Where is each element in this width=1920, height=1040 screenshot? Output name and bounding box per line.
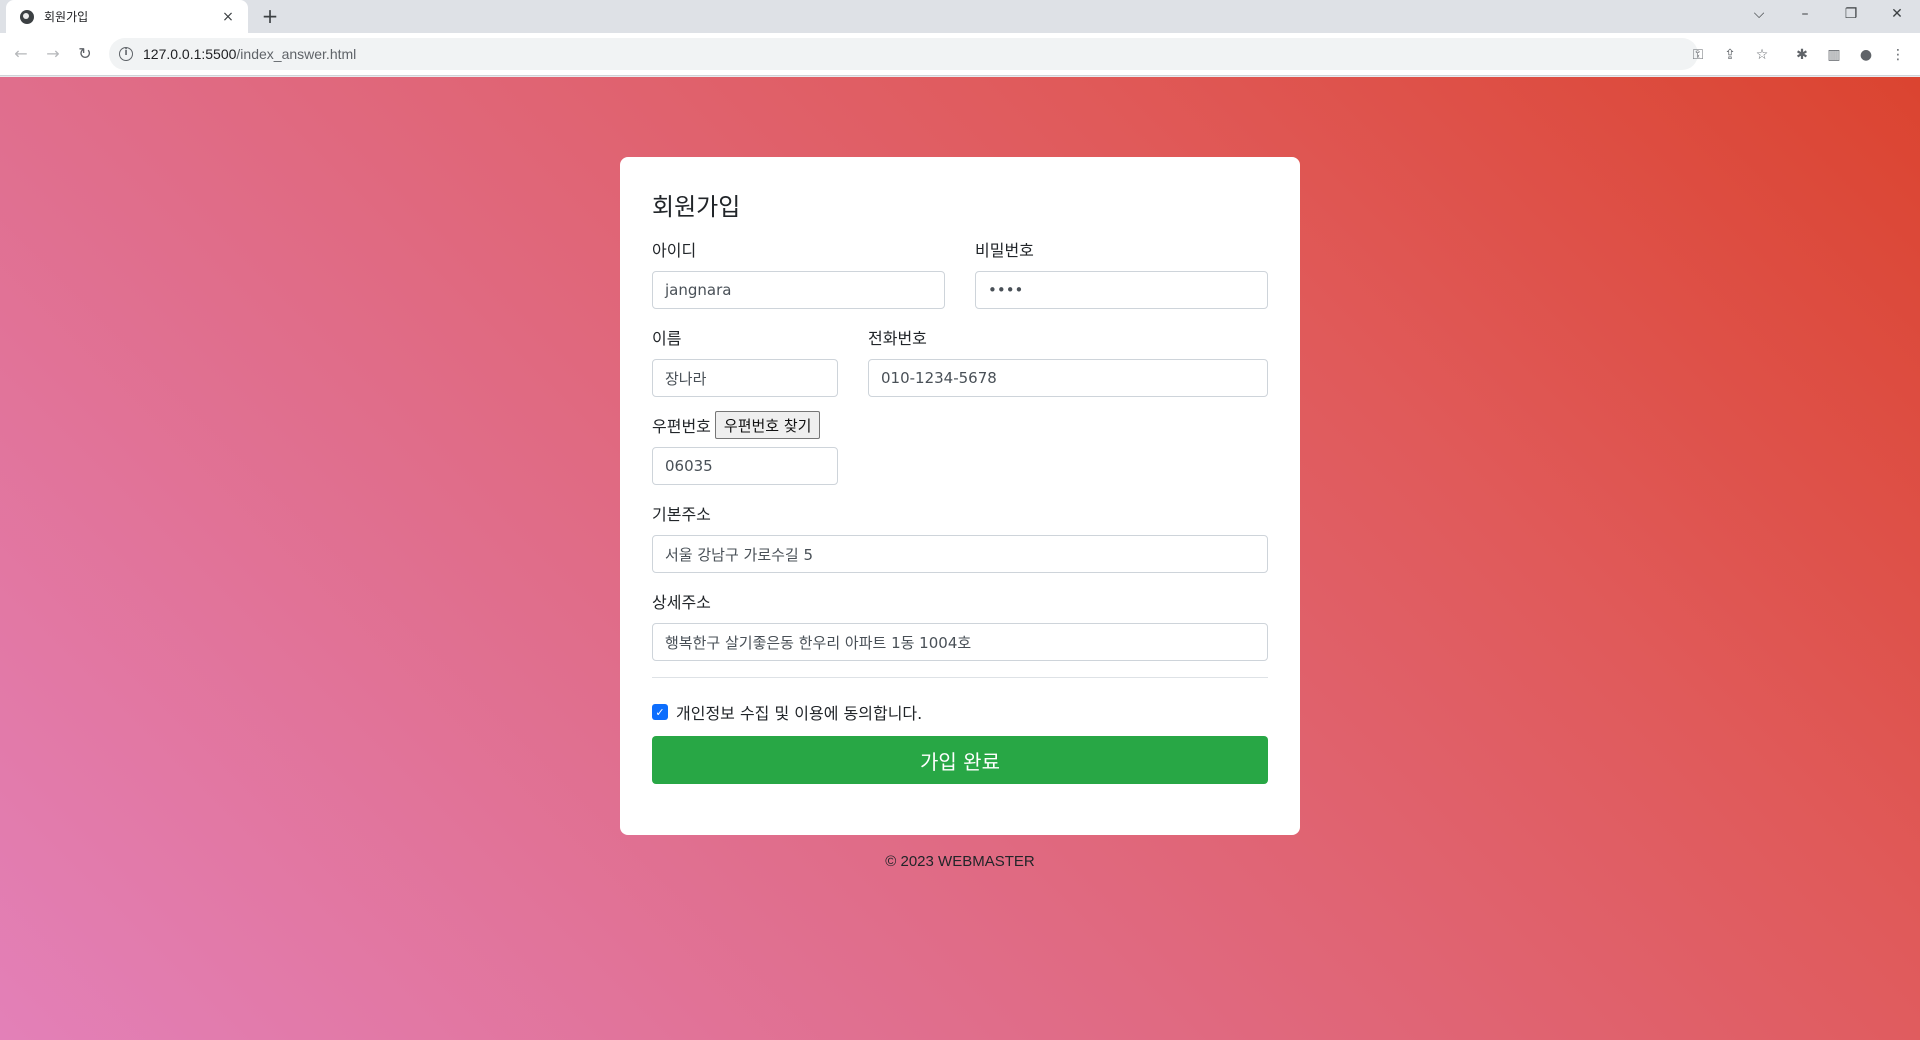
name-label: 이름 [652, 329, 682, 348]
agree-label[interactable]: 개인정보 수집 및 이용에 동의합니다. [676, 700, 922, 724]
id-input[interactable]: jangnara [652, 271, 945, 309]
password-input[interactable]: •••• [975, 271, 1268, 309]
find-postcode-button[interactable]: 우편번호 찾기 [714, 411, 821, 439]
detail-address-row: 상세주소 행복한구 살기좋은동 한우리 아파트 1동 1004호 [652, 589, 1268, 661]
password-key-icon[interactable]: ⚿ [1688, 45, 1708, 65]
phone-group: 전화번호 010-1234-5678 [868, 325, 1268, 397]
footer-text: © 2023 WEBMASTER [885, 853, 1035, 870]
detail-address-input[interactable]: 행복한구 살기좋은동 한우리 아파트 1동 1004호 [652, 623, 1268, 661]
agree-checkbox[interactable]: ✓ [652, 704, 668, 720]
address-input[interactable]: 서울 강남구 가로수길 5 [652, 535, 1268, 573]
name-phone-row: 이름 장나라 전화번호 010-1234-5678 [652, 325, 1268, 397]
name-group: 이름 장나라 [652, 325, 838, 397]
signup-card: 회원가입 아이디 jangnara 비밀번호 •••• 이름 장나라 전화번호 … [620, 157, 1300, 835]
side-panel-icon[interactable]: ▥ [1824, 45, 1844, 65]
postcode-row: 우편번호 우편번호 찾기 06035 [652, 411, 1268, 485]
tab-search-icon[interactable]: ⌵ [1736, 0, 1782, 30]
globe-icon [20, 9, 34, 24]
back-button[interactable]: ← [8, 41, 34, 67]
address-row: 기본주소 서울 강남구 가로수길 5 [652, 501, 1268, 573]
url-path: /index_answer.html [236, 46, 357, 62]
divider [652, 677, 1268, 678]
detail-address-group: 상세주소 행복한구 살기좋은동 한우리 아파트 1동 1004호 [652, 589, 1268, 661]
name-input[interactable]: 장나라 [652, 359, 838, 397]
extensions-icon[interactable]: ✱ [1792, 45, 1812, 65]
profile-icon[interactable]: ● [1856, 45, 1876, 65]
id-label: 아이디 [652, 241, 697, 260]
browser-toolbar: ← → ↻ i 127.0.0.1:5500/index_answer.html… [0, 33, 1920, 76]
address-label: 기본주소 [652, 505, 711, 524]
postcode-group: 우편번호 우편번호 찾기 06035 [652, 411, 838, 485]
submit-button[interactable]: 가입 완료 [652, 736, 1268, 784]
tab-title: 회원가입 [44, 10, 89, 24]
credentials-row: 아이디 jangnara 비밀번호 •••• [652, 237, 1268, 309]
menu-icon[interactable]: ⋮ [1888, 45, 1908, 65]
tab-strip: 회원가입 × + ⌵ – ❐ ✕ [0, 0, 1920, 33]
minimize-button[interactable]: – [1782, 0, 1828, 30]
reload-button[interactable]: ↻ [72, 41, 98, 67]
new-tab-button[interactable]: + [258, 5, 282, 29]
phone-label: 전화번호 [868, 329, 927, 348]
detail-address-label: 상세주소 [652, 593, 711, 612]
id-group: 아이디 jangnara [652, 237, 945, 309]
forward-button[interactable]: → [40, 41, 66, 67]
browser-tab[interactable]: 회원가입 × [6, 0, 248, 33]
url-text: 127.0.0.1:5500/index_answer.html [143, 46, 356, 62]
agree-row: ✓ 개인정보 수집 및 이용에 동의합니다. [652, 700, 1268, 724]
share-icon[interactable]: ⇪ [1720, 45, 1740, 65]
close-tab-icon[interactable]: × [220, 9, 236, 25]
postcode-label-wrap: 우편번호 우편번호 찾기 [652, 411, 838, 439]
bookmark-star-icon[interactable]: ☆ [1752, 45, 1772, 65]
password-group: 비밀번호 •••• [975, 237, 1268, 309]
postcode-input[interactable]: 06035 [652, 447, 838, 485]
site-info-icon[interactable]: i [119, 47, 133, 61]
address-bar[interactable]: i 127.0.0.1:5500/index_answer.html [109, 38, 1698, 70]
password-label: 비밀번호 [975, 241, 1034, 260]
close-window-button[interactable]: ✕ [1874, 0, 1920, 30]
url-host: 127.0.0.1:5500 [143, 46, 237, 62]
postcode-label: 우편번호 [652, 417, 711, 436]
page-title: 회원가입 [652, 193, 741, 221]
restore-button[interactable]: ❐ [1828, 0, 1874, 30]
phone-input[interactable]: 010-1234-5678 [868, 359, 1268, 397]
page-background: 회원가입 아이디 jangnara 비밀번호 •••• 이름 장나라 전화번호 … [0, 77, 1920, 1040]
address-group: 기본주소 서울 강남구 가로수길 5 [652, 501, 1268, 573]
